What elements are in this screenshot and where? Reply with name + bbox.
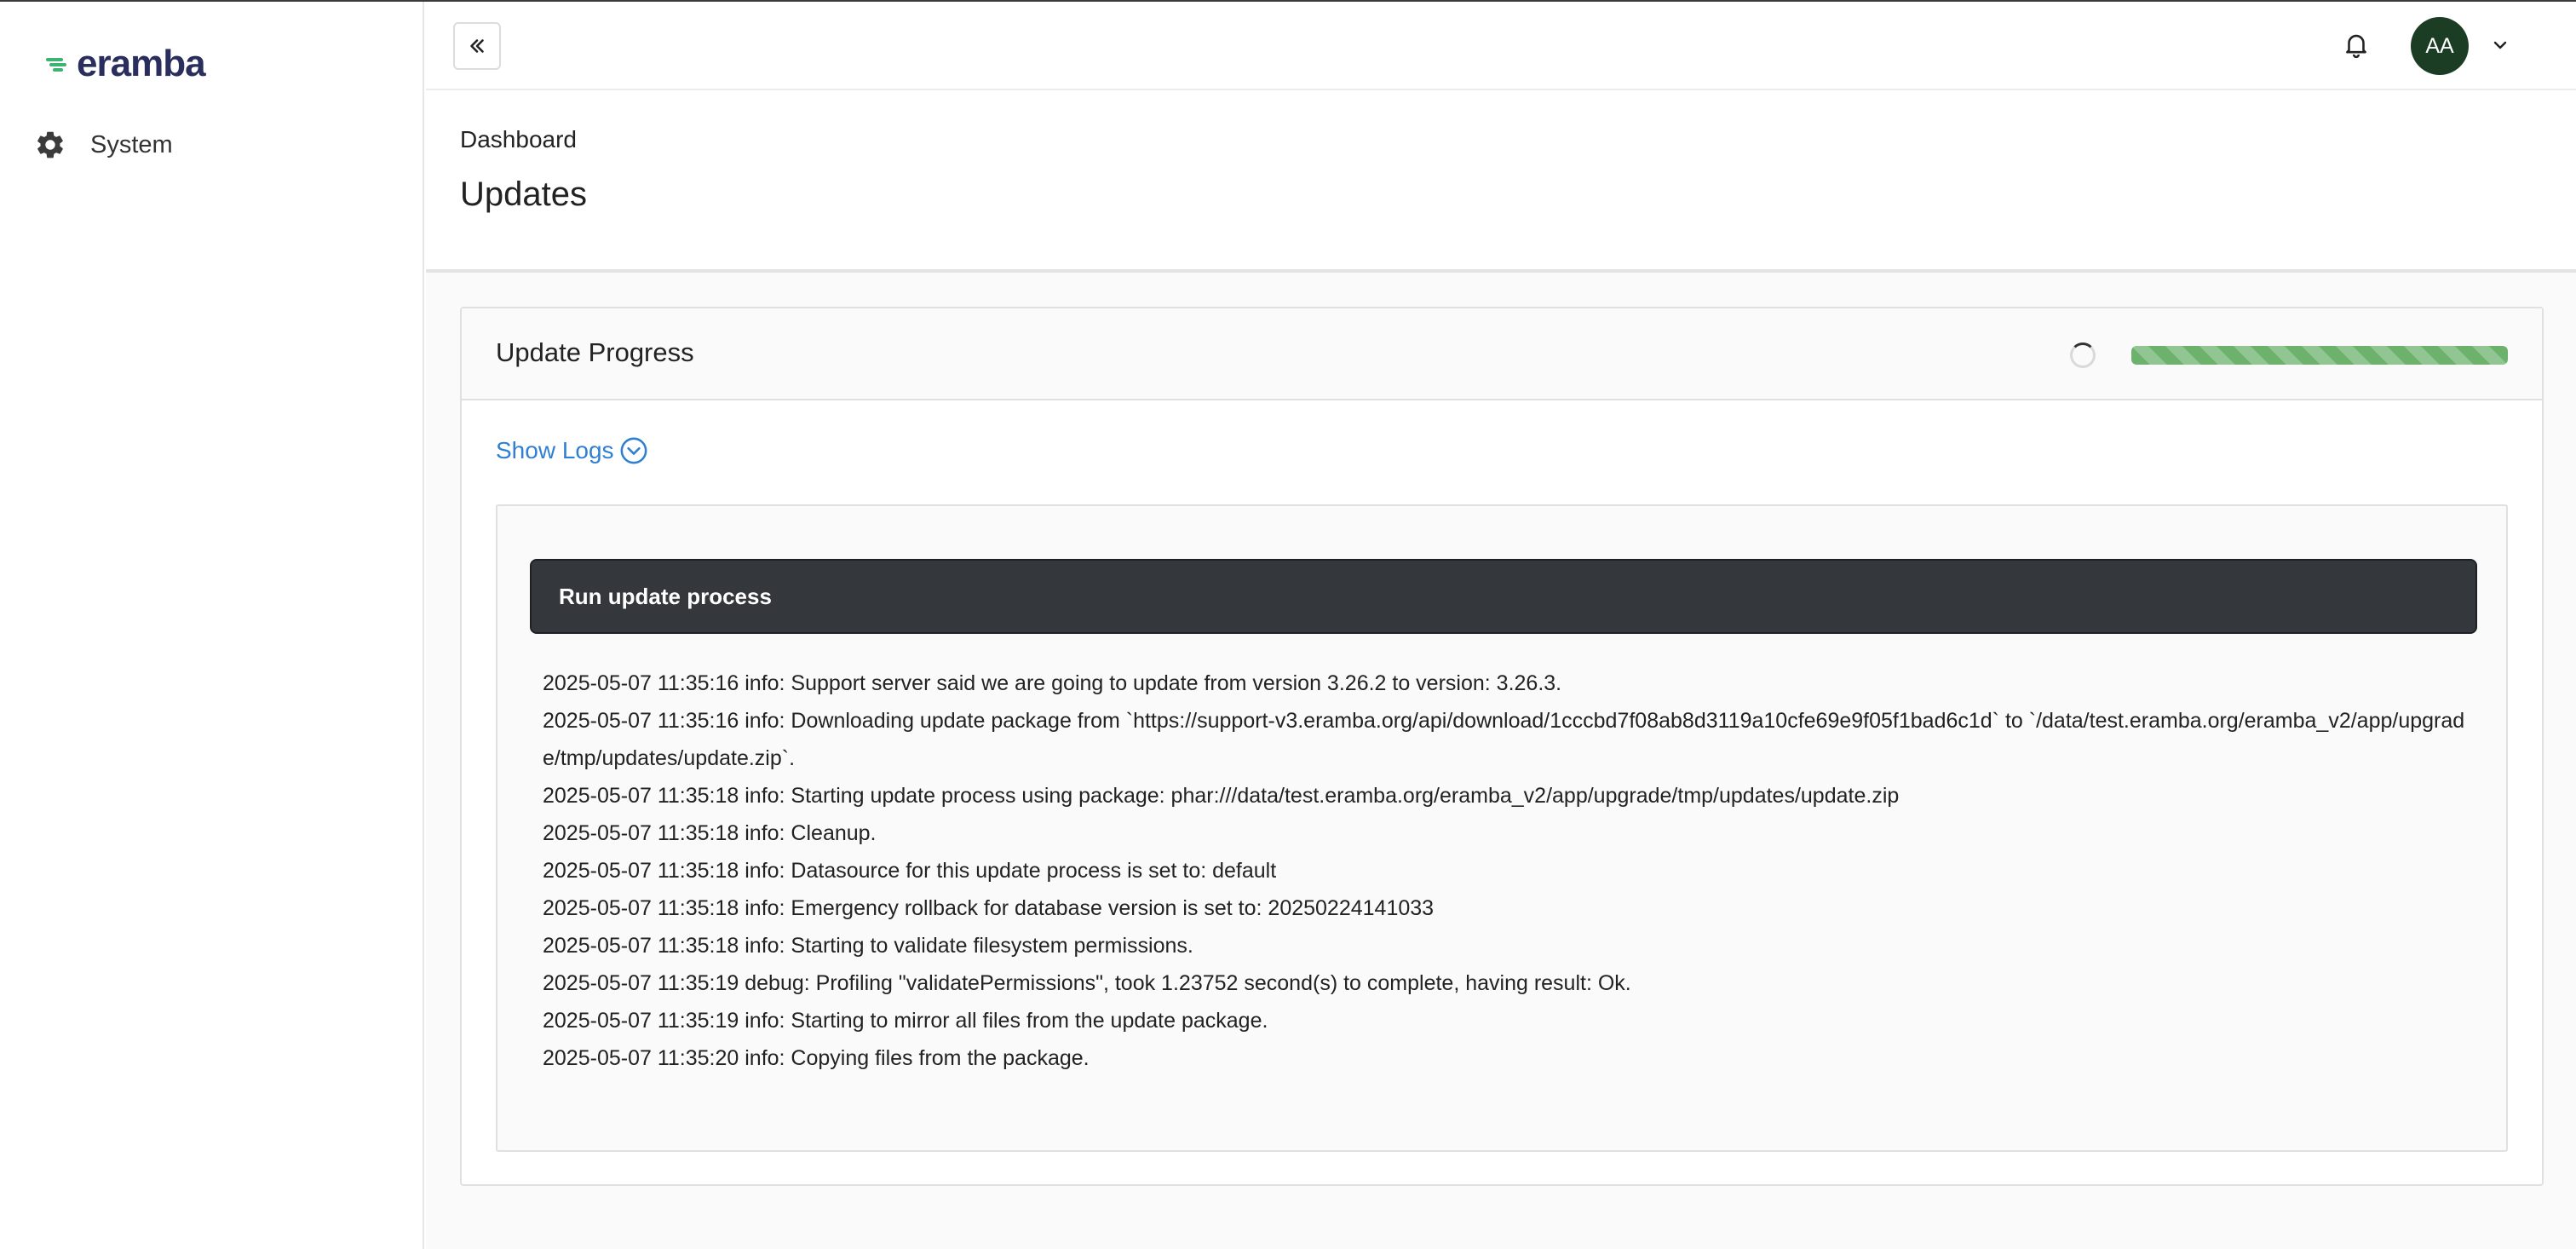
page-title: Updates (460, 176, 587, 213)
avatar[interactable]: AA (2411, 17, 2469, 75)
logo-mark-icon (46, 58, 66, 72)
log-line: 2025-05-07 11:35:18 info: Datasource for… (543, 859, 1277, 883)
collapse-sidebar-button[interactable] (453, 22, 501, 70)
chevron-down-circle-icon (620, 437, 647, 464)
show-logs-toggle[interactable]: Show Logs (496, 436, 648, 465)
log-line: 2025-05-07 11:35:18 info: Starting updat… (543, 784, 1900, 808)
log-line: 2025-05-07 11:35:18 info: Emergency roll… (543, 896, 1435, 920)
gear-icon (37, 131, 63, 158)
update-progress-bar (2131, 346, 2508, 365)
log-line: 2025-05-07 11:35:16 info: Downloading up… (543, 709, 2465, 770)
breadcrumb[interactable]: Dashboard (460, 126, 577, 153)
log-line: 2025-05-07 11:35:20 info: Copying files … (543, 1046, 1090, 1070)
main-content: Update Progress Show Logs Run update pro… (426, 273, 2576, 1249)
card-header: Update Progress (462, 308, 2542, 400)
card-title: Update Progress (496, 337, 694, 367)
double-chevron-left-icon (470, 39, 484, 53)
chevron-down-icon (2493, 41, 2507, 49)
progress-bar-fill (2131, 346, 2508, 365)
topbar: AA (426, 2, 2576, 90)
sidebar-item-system[interactable]: System (34, 123, 173, 167)
log-panel: Run update process 2025-05-07 11:35:16 i… (496, 504, 2508, 1152)
log-line: 2025-05-07 11:35:16 info: Support server… (543, 671, 1562, 695)
run-update-process-header: Run update process (530, 559, 2477, 634)
loading-spinner-icon (2070, 342, 2096, 368)
user-menu-toggle[interactable] (2487, 32, 2513, 58)
update-progress-card: Update Progress Show Logs Run update pro… (460, 307, 2544, 1186)
eramba-logo[interactable]: eramba (44, 43, 206, 85)
log-lines: 2025-05-07 11:35:16 info: Support server… (532, 665, 2482, 1077)
sidebar-item-label: System (90, 130, 173, 158)
page-header: Dashboard Updates (426, 90, 2576, 273)
log-line: 2025-05-07 11:35:19 info: Starting to mi… (543, 1009, 1268, 1033)
log-line: 2025-05-07 11:35:18 info: Starting to va… (543, 934, 1193, 958)
log-line: 2025-05-07 11:35:18 info: Cleanup. (543, 821, 877, 845)
logo-text: eramba (77, 43, 206, 84)
bell-icon (2346, 34, 2366, 59)
sidebar: eramba System (0, 2, 424, 1249)
notifications-button[interactable] (2337, 26, 2375, 63)
log-line: 2025-05-07 11:35:19 debug: Profiling "va… (543, 971, 1631, 995)
show-logs-label: Show Logs (496, 437, 614, 463)
